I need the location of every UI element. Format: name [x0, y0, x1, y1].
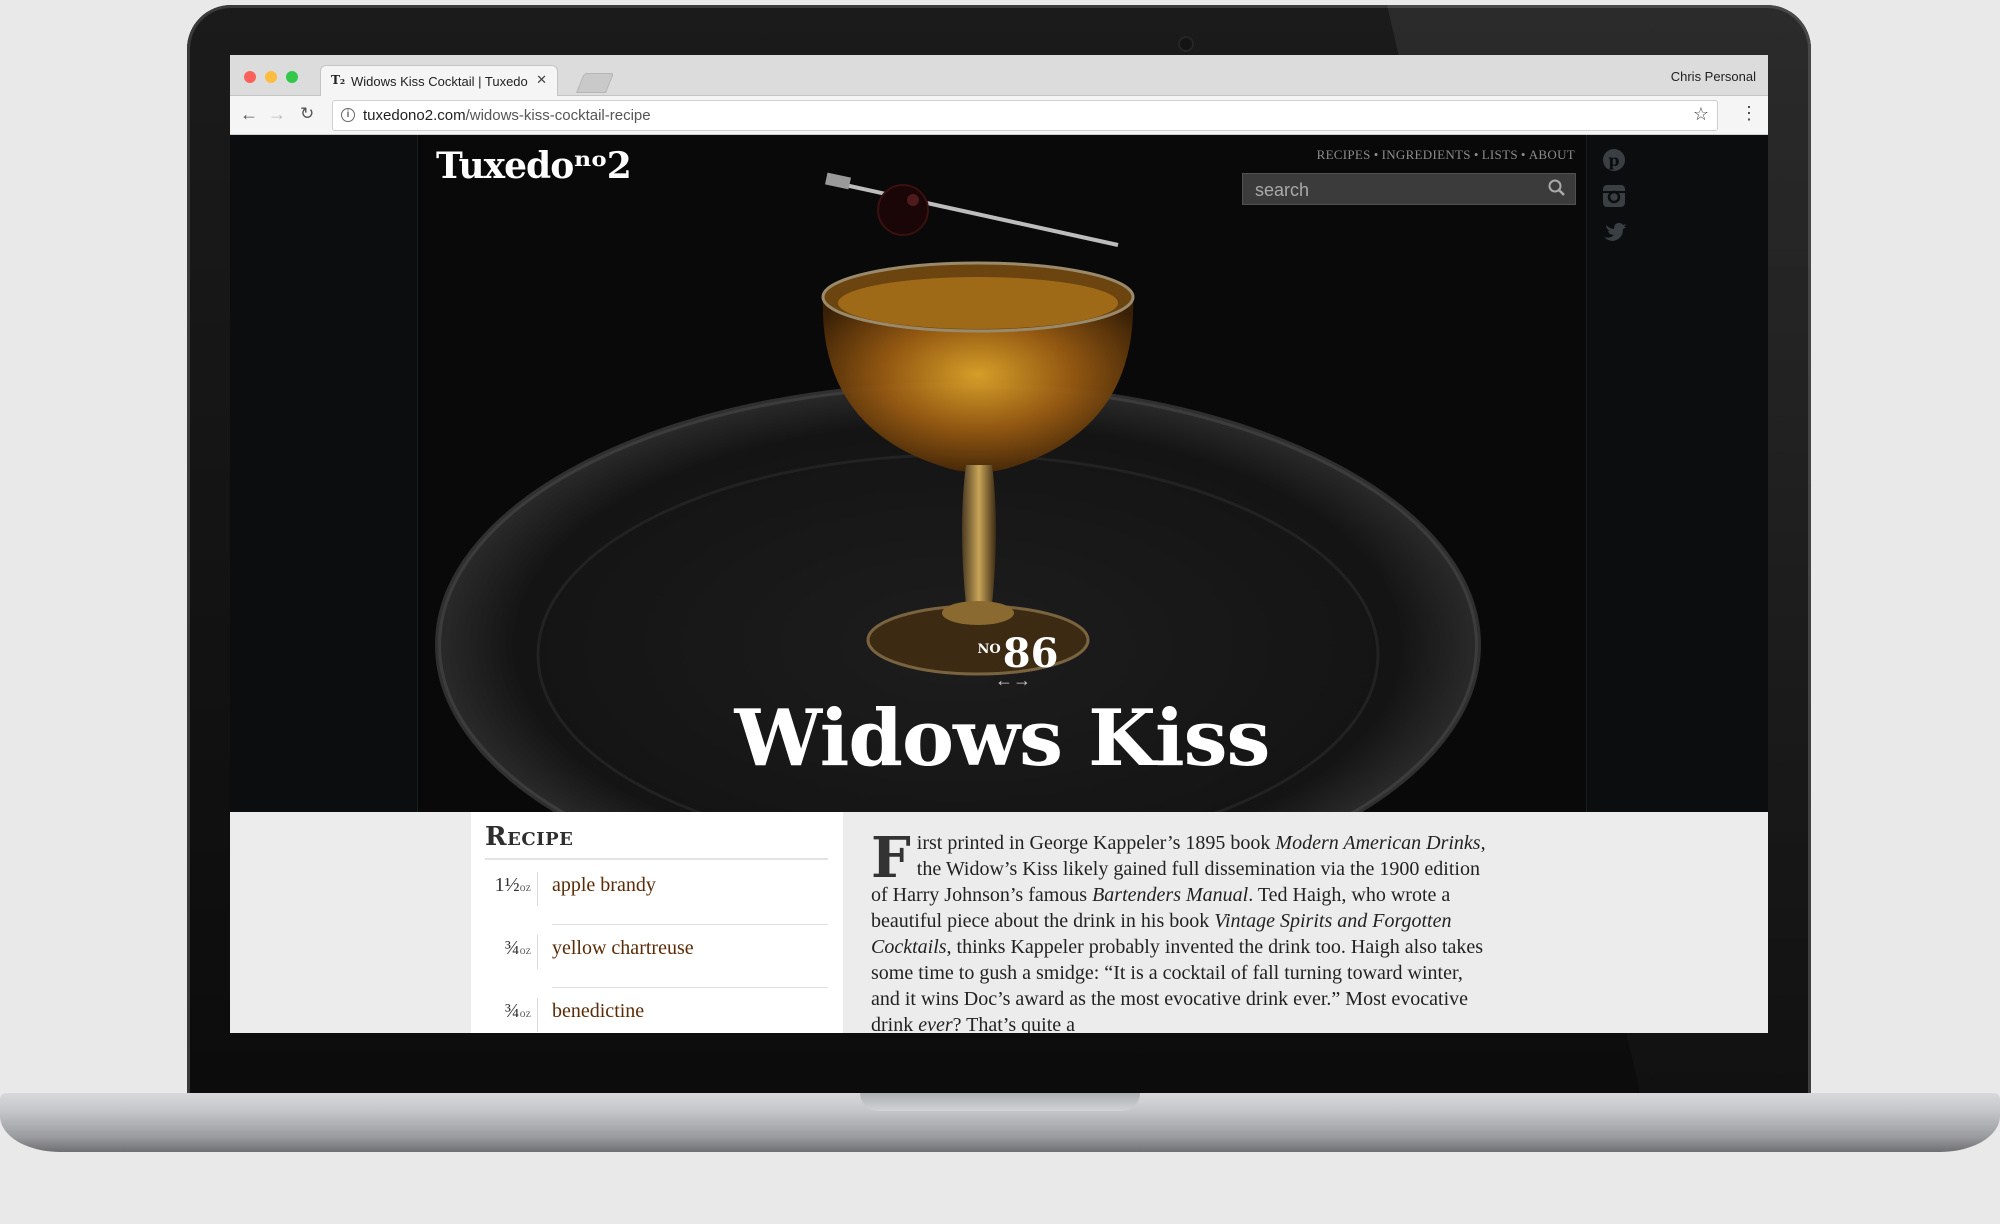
search-icon[interactable]	[1547, 178, 1567, 198]
laptop-screen: T₂ Widows Kiss Cocktail | Tuxedo ✕ Chris…	[230, 55, 1768, 1033]
ingredient-separator	[552, 924, 828, 925]
article-text: ? That’s quite a	[952, 1014, 1076, 1033]
drop-cap: F	[871, 825, 911, 891]
amount-value: 1½	[494, 874, 520, 896]
content-section: Recipe 1½oz apple brandy ¾oz yellow char…	[230, 812, 1768, 1033]
minimize-window-button[interactable]	[265, 71, 277, 83]
tab-favicon-icon: T₂	[331, 73, 346, 87]
hero-section: Tuxedoⁿᵒ2 RECIPES • INGREDIENTS • LISTS • ABOU…	[417, 135, 1587, 812]
article-body: First printed in George Kappeler’s 1895 …	[871, 830, 1491, 1033]
drink-title: Widows Kiss	[734, 693, 1271, 784]
site-search	[1242, 173, 1576, 205]
url-text[interactable]: tuxedono2.com/widows-kiss-cocktail-recip…	[363, 107, 651, 124]
nav-ingredients[interactable]: INGREDIENTS	[1382, 147, 1471, 162]
book-title: Bartenders Manual	[1092, 884, 1249, 906]
new-tab-button[interactable]	[575, 73, 615, 93]
browser-toolbar: ← → ↻ i tuxedono2.com/widows-kiss-cockta…	[230, 96, 1768, 135]
nav-about[interactable]: ABOUT	[1529, 147, 1575, 162]
site-info-icon[interactable]: i	[341, 108, 355, 122]
reload-icon[interactable]: ↻	[300, 104, 314, 124]
back-arrow-icon[interactable]: ←	[240, 104, 258, 124]
article-emphasis: ever	[918, 1014, 953, 1033]
issue-nav-arrows-icon[interactable]: ←→	[995, 670, 1031, 691]
ingredient-row: ¾oz yellow chartreuse	[471, 935, 843, 997]
amount-unit: oz	[519, 880, 531, 894]
issue-prefix: NO	[977, 642, 1001, 657]
pinterest-icon[interactable]: p	[1601, 147, 1627, 173]
laptop-base-notch	[860, 1093, 1140, 1111]
nav-lists[interactable]: LISTS	[1482, 147, 1518, 162]
browser-menu-icon[interactable]: ⋮	[1740, 103, 1758, 123]
profile-name[interactable]: Chris Personal	[1671, 69, 1756, 84]
amount-unit: oz	[519, 943, 531, 957]
ingredient-amount: ¾oz	[471, 937, 531, 960]
url-domain: tuxedono2.com	[363, 107, 466, 124]
browser-tab-active[interactable]: T₂ Widows Kiss Cocktail | Tuxedo ✕	[320, 65, 558, 96]
book-title: Modern American Drinks	[1275, 832, 1481, 854]
web-page: Tuxedoⁿᵒ2 RECIPES • INGREDIENTS • LISTS • ABOU…	[230, 135, 1768, 1033]
maximize-window-button[interactable]	[286, 71, 298, 83]
tab-title: Widows Kiss Cocktail | Tuxedo	[351, 74, 528, 89]
search-input[interactable]	[1253, 179, 1537, 201]
recipe-card: Recipe 1½oz apple brandy ¾oz yellow char…	[471, 812, 843, 1033]
site-nav: RECIPES • INGREDIENTS • LISTS • ABOUT	[1317, 147, 1575, 163]
forward-arrow-icon[interactable]: →	[268, 104, 286, 124]
ingredient-link[interactable]: benedictine	[552, 1000, 644, 1023]
amount-value: ¾	[504, 937, 520, 959]
twitter-icon[interactable]	[1601, 219, 1627, 245]
nav-separator: •	[1373, 147, 1379, 162]
ingredient-row: ¾oz benedictine	[471, 998, 843, 1033]
article-text: irst printed in George Kappeler’s 1895 b…	[916, 832, 1276, 854]
ingredient-link[interactable]: apple brandy	[552, 874, 656, 897]
webcam	[1178, 36, 1194, 52]
nav-separator: •	[1520, 147, 1526, 162]
ingredient-amount: 1½oz	[471, 874, 531, 897]
site-logo[interactable]: Tuxedoⁿᵒ2	[436, 145, 632, 187]
recipe-divider	[485, 858, 828, 860]
address-bar[interactable]: i tuxedono2.com/widows-kiss-cocktail-rec…	[332, 100, 1718, 131]
ingredient-amount: ¾oz	[471, 1000, 531, 1023]
url-path: /widows-kiss-cocktail-recipe	[465, 107, 651, 124]
ingredient-divider	[537, 872, 538, 906]
svg-text:p: p	[1608, 151, 1619, 170]
nav-recipes[interactable]: RECIPES	[1317, 147, 1371, 162]
close-window-button[interactable]	[244, 71, 256, 83]
ingredient-divider	[537, 935, 538, 969]
amount-unit: oz	[519, 1006, 531, 1020]
nav-separator: •	[1473, 147, 1479, 162]
tab-close-icon[interactable]: ✕	[536, 72, 547, 88]
amount-value: ¾	[504, 1000, 520, 1022]
instagram-icon[interactable]	[1601, 183, 1627, 209]
recipe-heading: Recipe	[485, 822, 574, 852]
ingredient-divider	[537, 998, 538, 1032]
bookmark-star-icon[interactable]: ☆	[1693, 104, 1709, 125]
ingredient-link[interactable]: yellow chartreuse	[552, 937, 694, 960]
ingredient-row: 1½oz apple brandy	[471, 872, 843, 934]
ingredient-separator	[552, 987, 828, 988]
browser-tab-bar: T₂ Widows Kiss Cocktail | Tuxedo ✕ Chris…	[230, 55, 1768, 96]
